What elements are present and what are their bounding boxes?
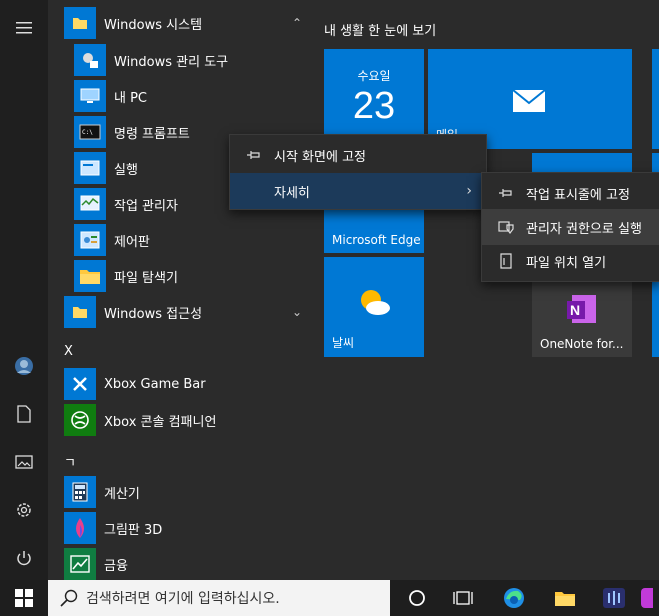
menu-icon[interactable] [0,8,48,48]
tile-group-title: 내 생활 한 눈에 보기 [324,24,437,39]
control-panel-icon [74,224,106,256]
app-label: Xbox 콘솔 컴패니언 [104,414,217,430]
mail-icon [512,89,546,117]
app-xbox-game-bar[interactable]: Xbox Game Bar [64,366,310,402]
pictures-icon[interactable] [0,442,48,482]
pc-icon [74,80,106,112]
edge-taskbar-icon[interactable] [492,580,536,616]
menu-item-label: 자세히 [274,185,310,201]
weather-icon [356,287,392,321]
run-icon [74,152,106,184]
app-finance[interactable]: 금융 [64,546,310,582]
power-icon[interactable] [0,538,48,578]
section-header-x[interactable]: X [64,344,73,359]
edge-tile-label: Microsoft Edge [332,233,421,247]
search-placeholder: 검색하려면 여기에 입력하십시오. [86,591,280,607]
file-explorer-taskbar-icon[interactable] [543,580,587,616]
app-calculator[interactable]: 계산기 [64,474,310,510]
svg-text:N: N [570,302,580,318]
menu-item-label: 관리자 권한으로 실행 [526,221,642,237]
submenu: 작업 표시줄에 고정 관리자 권한으로 실행 파일 위치 열기 [481,172,659,282]
app-label: 작업 관리자 [114,198,178,214]
app-label: 금융 [104,558,128,574]
app-taskbar-icon-partial[interactable] [630,580,659,616]
file-explorer-icon [74,260,106,292]
shield-icon [494,220,518,234]
app-windows-admin-tools[interactable]: Windows 관리 도구 [74,42,320,78]
app-list: Windows 시스템 ⌃ Windows 관리 도구 내 PC C:\ 명령 … [48,0,310,580]
chevron-right-icon: › [466,183,472,199]
weather-tile-label: 날씨 [332,336,355,350]
menu-item-label: 파일 위치 열기 [526,255,607,271]
xbox-game-bar-icon [64,368,96,400]
document-icon[interactable] [0,394,48,434]
onenote-icon: N [566,293,598,329]
group-label: Windows 시스템 [104,17,203,33]
avatar[interactable] [0,346,48,386]
chevron-down-icon: ⌄ [291,305,302,319]
search-icon [60,589,78,607]
app-this-pc[interactable]: 내 PC [74,78,320,114]
app-control-panel[interactable]: 제어판 [74,222,320,258]
task-manager-icon [74,188,106,220]
weather-tile[interactable]: 날씨 [324,257,424,357]
search-box[interactable]: 검색하려면 여기에 입력하십시오. [48,580,390,616]
group-label: Windows 접근성 [104,306,203,322]
menu-pin-to-taskbar[interactable]: 작업 표시줄에 고정 [482,175,659,211]
windows-start-icon[interactable] [2,580,46,616]
folder-icon [64,7,96,39]
app-label: 실행 [114,162,138,178]
app-label: 파일 탐색기 [114,270,178,286]
task-view-icon[interactable] [441,580,485,616]
app-label: 제어판 [114,234,150,250]
folder-icon [64,296,96,328]
app-label: 내 PC [114,90,148,106]
svg-text:C:\: C:\ [82,129,93,136]
app-label: Windows 관리 도구 [114,54,229,70]
group-windows-system[interactable]: Windows 시스템 ⌃ [64,5,310,41]
app-label: Xbox Game Bar [104,376,206,392]
app-file-explorer[interactable]: 파일 탐색기 [74,258,320,294]
settings-icon[interactable] [0,490,48,530]
app-xbox-console-companion[interactable]: Xbox 콘솔 컴패니언 [64,402,310,438]
menu-item-label: 시작 화면에 고정 [274,149,366,165]
menu-more[interactable]: 자세히 › [230,173,486,209]
chevron-up-icon: ⌃ [291,16,302,30]
menu-run-as-admin[interactable]: 관리자 권한으로 실행 [482,209,659,245]
app-label: 그림판 3D [104,522,163,538]
pin-icon [494,188,518,198]
taskbar: 검색하려면 여기에 입력하십시오. [0,580,659,616]
menu-open-file-location[interactable]: 파일 위치 열기 [482,243,659,279]
finance-icon [64,548,96,580]
calendar-day-name: 수요일 [357,69,391,83]
app-label: 계산기 [104,486,140,502]
group-windows-accessibility[interactable]: Windows 접근성 ⌄ [64,294,310,330]
app-label: 명령 프롬프트 [114,126,190,142]
terminal-icon: C:\ [74,116,106,148]
admin-tools-icon [74,44,106,76]
pin-icon [242,150,266,160]
menu-pin-to-start[interactable]: 시작 화면에 고정 [230,137,486,173]
paint-3d-icon [64,512,96,544]
menu-item-label: 작업 표시줄에 고정 [526,187,630,203]
calculator-icon [64,476,96,508]
tile-partial-right-1[interactable] [652,49,659,149]
calendar-day-number: 23 [352,85,396,127]
file-icon [494,253,518,269]
cortana-icon[interactable] [395,580,439,616]
section-header-g[interactable]: ㄱ [64,452,76,471]
start-rail [0,0,48,580]
context-menu: 시작 화면에 고정 자세히 › [229,134,487,210]
onenote-tile-label: OneNote for... [540,337,624,351]
xbox-icon [64,404,96,436]
app-paint-3d[interactable]: 그림판 3D [64,510,310,546]
